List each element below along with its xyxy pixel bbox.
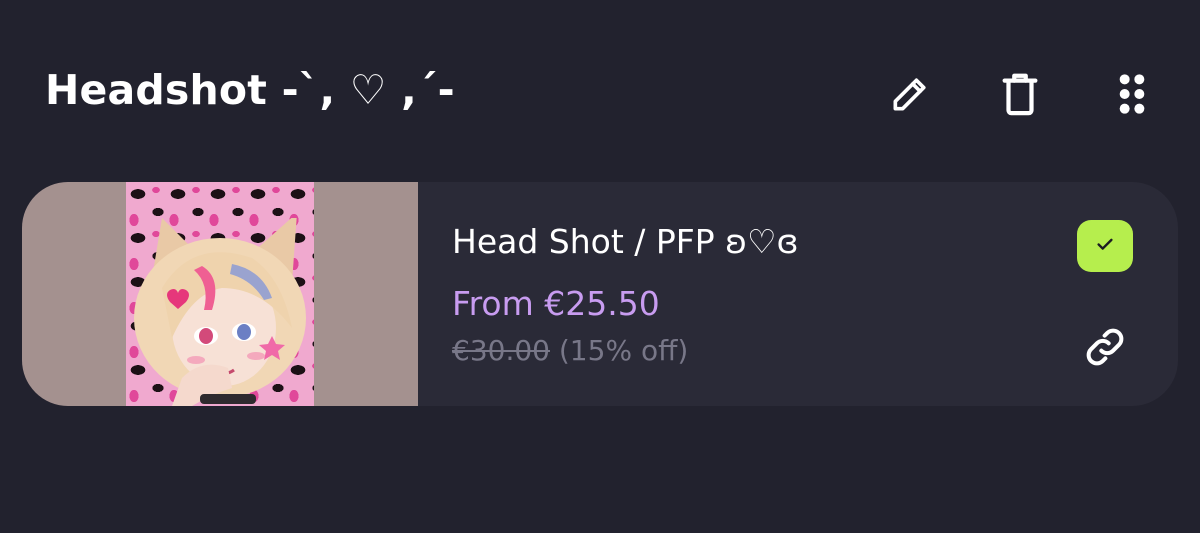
drag-handle-button[interactable] (1100, 64, 1164, 128)
delete-button[interactable] (988, 64, 1052, 128)
trash-icon (1000, 71, 1040, 121)
drag-handle-icon (1117, 72, 1147, 120)
section-title: Headshot -`, ♡ ,´- (45, 66, 455, 114)
copy-link-button[interactable] (1078, 322, 1132, 376)
select-checkbox[interactable] (1077, 220, 1133, 272)
product-price: From €25.50 (452, 284, 660, 323)
product-title: Head Shot / PFP ʚ♡ɞ (452, 222, 799, 261)
anime-headshot-image (134, 218, 306, 406)
section-header: Headshot -`, ♡ ,´- (0, 0, 1200, 190)
product-thumbnail (22, 182, 418, 406)
product-card[interactable]: Head Shot / PFP ʚ♡ɞ From €25.50 €30.00 (… (22, 182, 1178, 406)
thumbnail-artwork (126, 182, 314, 406)
pencil-icon (888, 72, 932, 120)
discount-label: (15% off) (549, 334, 689, 367)
edit-button[interactable] (878, 64, 942, 128)
check-icon (1094, 233, 1116, 259)
link-icon (1083, 325, 1127, 373)
original-price-value: €30.00 (452, 334, 550, 367)
product-info: Head Shot / PFP ʚ♡ɞ From €25.50 €30.00 (… (452, 182, 1052, 406)
product-original-price: €30.00 (15% off) (452, 334, 688, 367)
